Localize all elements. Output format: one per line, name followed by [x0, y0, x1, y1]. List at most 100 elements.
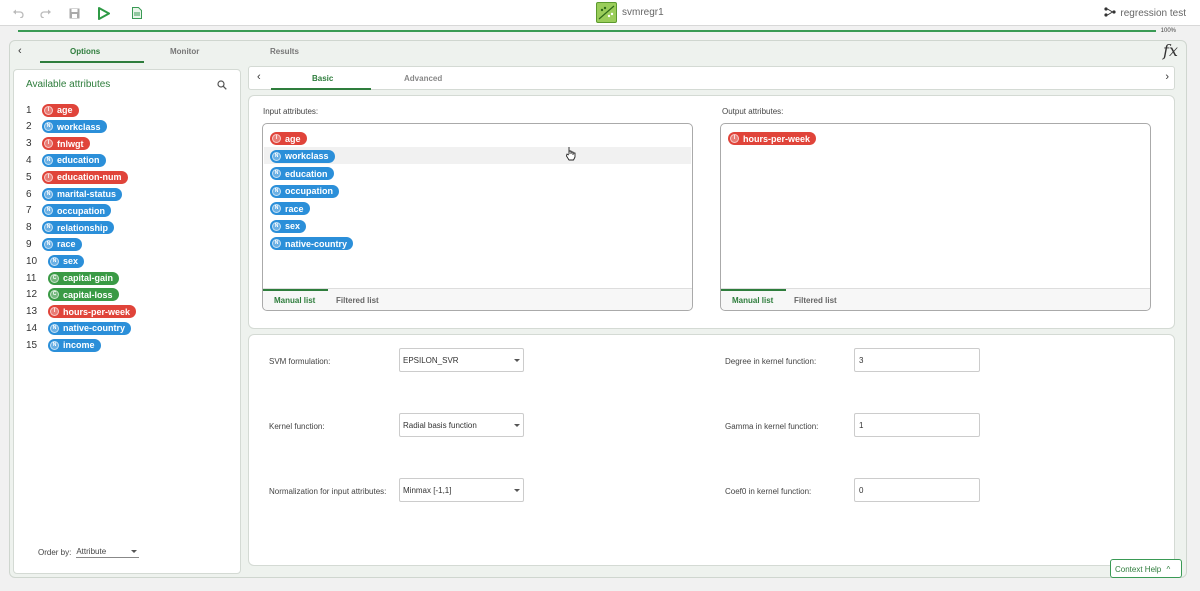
attribute-pill[interactable]: Nworkclass [42, 120, 107, 134]
tab-monitor[interactable]: Monitor [170, 47, 199, 56]
svm-task-icon [596, 2, 617, 23]
attribute-pill[interactable]: Ifnlwgt [42, 137, 90, 151]
list-item[interactable]: 8 Nrelationship [26, 221, 115, 235]
tab-manual-list[interactable]: Manual list [732, 296, 773, 305]
attribute-pill[interactable]: Neducation [42, 153, 106, 167]
chevron-down-icon [514, 489, 520, 492]
attribute-pill[interactable]: Neducation [270, 167, 334, 180]
undo-icon[interactable] [10, 5, 26, 21]
context-help-button[interactable]: Context Help ^ [1110, 559, 1182, 578]
list-item[interactable]: Nworkclass [270, 149, 335, 163]
list-item[interactable]: 3 Ifnlwgt [26, 137, 90, 151]
attribute-pill[interactable]: Ccapital-loss [48, 288, 119, 302]
order-by-select[interactable]: Attribute [76, 547, 140, 558]
list-item[interactable]: Neducation [270, 166, 334, 180]
normalization-label: Normalization for input attributes: [269, 487, 387, 496]
attribute-type-icon: I [44, 139, 53, 149]
tab-filtered-list[interactable]: Filtered list [336, 296, 379, 305]
attribute-type-icon: N [272, 169, 281, 178]
coef0-label: Coef0 in kernel function: [725, 487, 812, 496]
attribute-type-icon: N [44, 223, 53, 233]
attribute-pill[interactable]: Nmarital-status [42, 187, 123, 201]
tab-advanced[interactable]: Advanced [404, 74, 442, 83]
tab-results[interactable]: Results [270, 47, 299, 56]
list-item[interactable]: Nrace [270, 201, 310, 215]
search-icon[interactable] [217, 80, 227, 92]
degree-input[interactable]: 3 [854, 348, 980, 372]
tab-manual-list[interactable]: Manual list [274, 296, 315, 305]
attribute-pill[interactable]: Nsex [270, 219, 307, 233]
input-attributes-box[interactable]: Iage Nworkclass Neducation Noccupation Nrace… [262, 123, 693, 311]
attribute-pill[interactable]: Nrelationship [42, 221, 115, 235]
tab-options[interactable]: Options [70, 47, 100, 56]
attribute-pill[interactable]: Nnative-country [48, 321, 132, 335]
attribute-name: age [285, 133, 301, 144]
coef0-input[interactable]: 0 [854, 478, 980, 502]
progress-label: 100% [1160, 28, 1176, 34]
svm-formulation-select[interactable]: EPSILON_SVR [399, 348, 524, 372]
attribute-pill[interactable]: Nsex [48, 254, 85, 268]
list-item[interactable]: Noccupation [270, 184, 340, 198]
list-item[interactable]: 7 Noccupation [26, 204, 112, 218]
list-item[interactable]: 1 Iage [26, 103, 79, 117]
forward-chevron-icon[interactable]: › [1165, 71, 1169, 83]
attribute-type-icon: I [44, 105, 53, 115]
attribute-name: age [57, 105, 73, 115]
formula-icon[interactable]: fx [1163, 41, 1178, 60]
list-item[interactable]: Nsex [270, 219, 307, 233]
list-item[interactable]: 10 Nsex [26, 254, 85, 268]
svm-formulation-value: EPSILON_SVR [403, 356, 459, 365]
attribute-pill[interactable]: Nnative-country [270, 237, 354, 250]
list-item[interactable]: 6 Nmarital-status [26, 187, 123, 201]
kernel-function-select[interactable]: Radial basis function [399, 413, 524, 437]
attribute-name: fnlwgt [57, 138, 84, 149]
list-item[interactable]: Nnative-country [270, 236, 354, 250]
attribute-pill[interactable]: Nworkclass [270, 149, 335, 163]
attribute-pill[interactable]: Nrace [42, 237, 82, 251]
gamma-input[interactable]: 1 [854, 413, 980, 437]
attribute-name: race [285, 203, 304, 214]
document-icon[interactable] [129, 5, 145, 21]
chevron-down-icon [131, 550, 138, 553]
back-chevron-icon[interactable]: ‹ [18, 45, 22, 57]
attribute-pill[interactable]: Ihours-per-week [48, 305, 137, 319]
list-item[interactable]: Iage [270, 131, 307, 145]
attribute-pill[interactable]: Iage [270, 132, 307, 145]
list-item[interactable]: Ihours-per-week [728, 131, 817, 145]
active-list-tab-indicator [721, 289, 786, 291]
run-icon[interactable] [95, 5, 111, 21]
list-item[interactable]: 13 Ihours-per-week [26, 305, 137, 319]
attribute-pill[interactable]: Nincome [48, 338, 101, 352]
attribute-pill[interactable]: Nrace [270, 202, 310, 215]
list-item[interactable]: 4 Neducation [26, 153, 106, 167]
attribute-pill[interactable]: Ieducation-num [42, 170, 128, 184]
attribute-pill[interactable]: Noccupation [270, 184, 340, 198]
tab-filtered-list[interactable]: Filtered list [794, 296, 837, 305]
chevron-up-icon: ^ [1166, 565, 1171, 574]
list-item[interactable]: 15 Nincome [26, 338, 101, 352]
list-item[interactable]: 5 Ieducation-num [26, 170, 128, 184]
flow-icon [1104, 7, 1117, 20]
parameters-card: SVM formulation: EPSILON_SVR Kernel func… [248, 334, 1175, 566]
list-item[interactable]: 12 Ccapital-loss [26, 288, 119, 302]
attribute-pill[interactable]: Noccupation [42, 204, 112, 218]
attribute-type-icon: N [272, 151, 281, 161]
list-item[interactable]: 9 Nrace [26, 237, 82, 251]
active-tab-indicator [40, 61, 144, 63]
list-item[interactable]: 2 Nworkclass [26, 120, 107, 134]
attribute-name: workclass [285, 151, 329, 161]
attribute-index: 12 [26, 289, 38, 301]
output-attributes-box[interactable]: Ihours-per-week Manual list Filtered lis… [720, 123, 1151, 311]
tab-basic[interactable]: Basic [312, 74, 333, 83]
attribute-pill[interactable]: Iage [42, 103, 79, 117]
redo-icon[interactable] [38, 5, 54, 21]
save-icon[interactable] [66, 5, 82, 21]
attribute-type-icon: N [44, 122, 53, 132]
normalization-select[interactable]: Minmax [-1,1] [399, 478, 524, 502]
attribute-pill[interactable]: Ccapital-gain [48, 271, 120, 285]
flow-name[interactable]: regression test [1104, 7, 1186, 20]
attribute-pill[interactable]: Ihours-per-week [728, 132, 817, 145]
list-item[interactable]: 14 Nnative-country [26, 321, 132, 335]
list-item[interactable]: 11 Ccapital-gain [26, 271, 120, 285]
back-chevron-icon[interactable]: ‹ [257, 71, 261, 83]
